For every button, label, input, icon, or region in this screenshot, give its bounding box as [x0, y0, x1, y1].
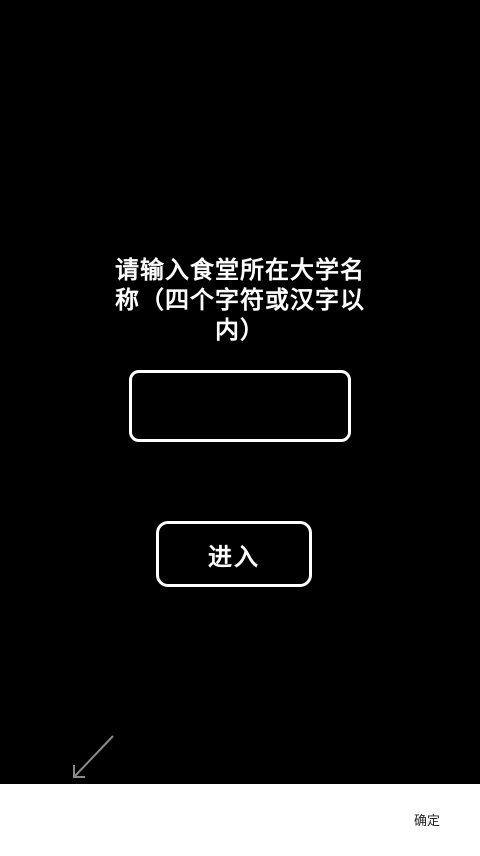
enter-button[interactable]: 进入	[156, 521, 312, 587]
keyboard-toolbar: 确定	[0, 784, 480, 856]
confirm-button[interactable]: 确定	[414, 810, 440, 829]
prompt-text: 请输入食堂所在大学名称（四个字符或汉字以内）	[115, 255, 365, 344]
main-screen: 请输入食堂所在大学名称（四个字符或汉字以内） 进入	[0, 0, 480, 784]
arrow-icon	[73, 735, 114, 778]
university-name-input[interactable]	[129, 370, 351, 442]
